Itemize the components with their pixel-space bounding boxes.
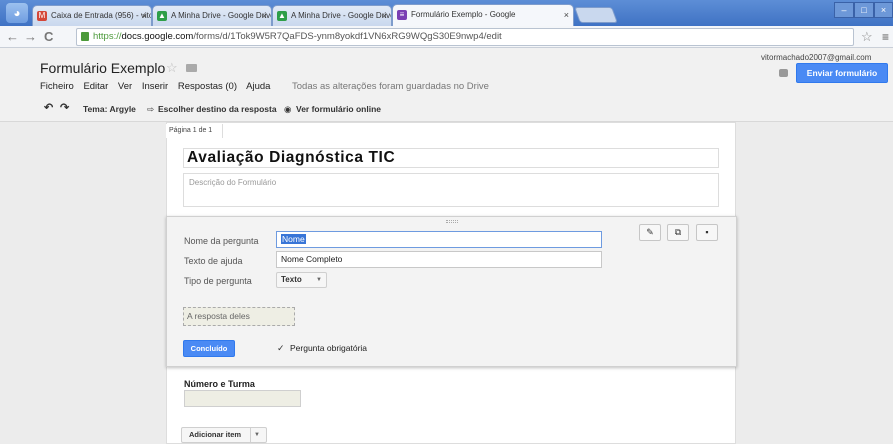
question-type-label: Tipo de pergunta <box>184 276 252 286</box>
url-input[interactable]: https://docs.google.com/forms/d/1Tok9W5R… <box>76 28 854 46</box>
reload-icon[interactable]: C <box>44 29 53 45</box>
save-status: Todas as alterações foram guardadas no D… <box>292 81 489 92</box>
tab-label: Caixa de Entrada (956) - vito <box>51 11 152 20</box>
chevron-down-icon: ▼ <box>316 277 322 283</box>
form-description-input[interactable]: Descrição do Formulário <box>183 173 719 207</box>
done-button[interactable]: Concluído <box>183 340 235 357</box>
menu-view[interactable]: Ver <box>118 81 132 92</box>
star-icon[interactable]: ☆ <box>166 60 178 76</box>
drive-icon: ▲ <box>277 11 287 21</box>
page-indicator: Página 1 de 1 <box>166 124 224 138</box>
close-icon[interactable]: × <box>142 6 147 26</box>
tab-drive-1[interactable]: ▲ A Minha Drive - Google Drive × <box>152 5 272 26</box>
undo-icon[interactable]: ↶ <box>44 101 53 114</box>
forward-icon[interactable]: → <box>24 29 37 45</box>
minimize-button[interactable]: – <box>834 2 854 18</box>
delete-icon[interactable]: ▪ <box>696 224 718 241</box>
divider <box>250 428 251 442</box>
tab-label: A Minha Drive - Google Drive <box>171 11 272 20</box>
duplicate-icon[interactable]: ⧉ <box>667 224 689 241</box>
document-title[interactable]: Formulário Exemplo <box>40 60 165 76</box>
tab-label: Formulário Exemplo - Google <box>411 10 516 19</box>
question-title[interactable]: Número e Turma <box>184 379 255 389</box>
chrome-menu-icon[interactable]: ◕ <box>6 3 28 23</box>
view-online-button[interactable]: Ver formulário online <box>296 104 381 114</box>
back-icon[interactable]: ← <box>6 29 19 45</box>
close-icon[interactable]: × <box>564 5 569 25</box>
menu-insert[interactable]: Inserir <box>142 81 168 92</box>
tab-drive-2[interactable]: ▲ A Minha Drive - Google Drive × <box>272 5 392 26</box>
browser-tab-strip: ◕ M Caixa de Entrada (956) - vito × ▲ A … <box>0 0 893 26</box>
question-type-select[interactable]: Texto ▼ <box>276 272 327 288</box>
comment-icon[interactable] <box>779 69 788 77</box>
edit-icon[interactable]: ✎ <box>639 224 661 241</box>
view-online-icon: ◉ <box>284 104 292 114</box>
menu-edit[interactable]: Editar <box>83 81 108 92</box>
menu-help[interactable]: Ajuda <box>246 81 270 92</box>
menu-responses[interactable]: Respostas (0) <box>178 81 237 92</box>
drag-handle[interactable] <box>446 220 458 223</box>
redo-icon[interactable]: ↷ <box>60 101 69 114</box>
required-label: Pergunta obrigatória <box>290 343 368 353</box>
send-form-button[interactable]: Enviar formulário <box>796 63 888 83</box>
help-text-label: Texto de ajuda <box>184 256 243 266</box>
close-icon[interactable]: × <box>262 6 267 26</box>
drive-icon: ▲ <box>157 11 167 21</box>
question-name-value: Nome <box>281 234 306 244</box>
address-bar: ← → C https://docs.google.com/forms/d/1T… <box>0 26 893 48</box>
browser-menu-icon[interactable]: ≡ <box>882 30 889 44</box>
gmail-icon: M <box>37 11 47 21</box>
tab-gmail[interactable]: M Caixa de Entrada (956) - vito × <box>32 5 152 26</box>
chevron-down-icon[interactable]: ▼ <box>254 428 260 442</box>
add-item-label: Adicionar item <box>189 430 242 439</box>
url-host: docs.google.com <box>121 31 194 42</box>
user-email[interactable]: vitormachado2007@gmail.com <box>761 53 871 62</box>
tab-forms[interactable]: ≡ Formulário Exemplo - Google × <box>392 4 574 26</box>
form-title-input[interactable]: Avaliação Diagnóstica TIC <box>183 148 719 168</box>
answer-preview: A resposta deles <box>183 307 295 326</box>
theme-button[interactable]: Tema: Argyle <box>83 104 136 114</box>
app-header: Formulário Exemplo ☆ Ficheiro Editar Ver… <box>0 48 893 122</box>
question-name-label: Nome da pergunta <box>184 236 259 246</box>
menu-bar: Ficheiro Editar Ver Inserir Respostas (0… <box>40 81 277 92</box>
folder-icon[interactable] <box>186 64 197 72</box>
window-close-button[interactable]: × <box>874 2 893 18</box>
url-scheme: https:// <box>93 31 122 42</box>
new-tab-button[interactable] <box>574 7 618 23</box>
toolbar: ↶ ↷ Tema: Argyle ⇨ Escolher destino da r… <box>0 100 893 120</box>
lock-icon <box>81 32 89 41</box>
required-checkbox[interactable]: ✓ Pergunta obrigatória <box>277 343 367 354</box>
choose-destination-button[interactable]: Escolher destino da resposta <box>158 104 277 114</box>
help-text-input[interactable]: Nome Completo <box>276 251 602 268</box>
bookmark-star-icon[interactable]: ☆ <box>861 29 873 45</box>
add-item-button[interactable]: Adicionar item ▼ <box>181 427 267 443</box>
forms-icon: ≡ <box>397 10 407 20</box>
menu-file[interactable]: Ficheiro <box>40 81 74 92</box>
question-type-value: Texto <box>281 275 302 284</box>
url-path: /forms/d/1Tok9W5R7QaFDS-ynm8yokdf1VN6xRG… <box>193 31 502 42</box>
question-answer-field <box>184 390 301 407</box>
tab-label: A Minha Drive - Google Drive <box>291 11 392 20</box>
question-name-input[interactable]: Nome <box>276 231 602 248</box>
checkmark-icon: ✓ <box>277 343 285 353</box>
close-icon[interactable]: × <box>382 6 387 26</box>
destination-icon: ⇨ <box>147 104 155 114</box>
maximize-button[interactable]: □ <box>854 2 874 18</box>
